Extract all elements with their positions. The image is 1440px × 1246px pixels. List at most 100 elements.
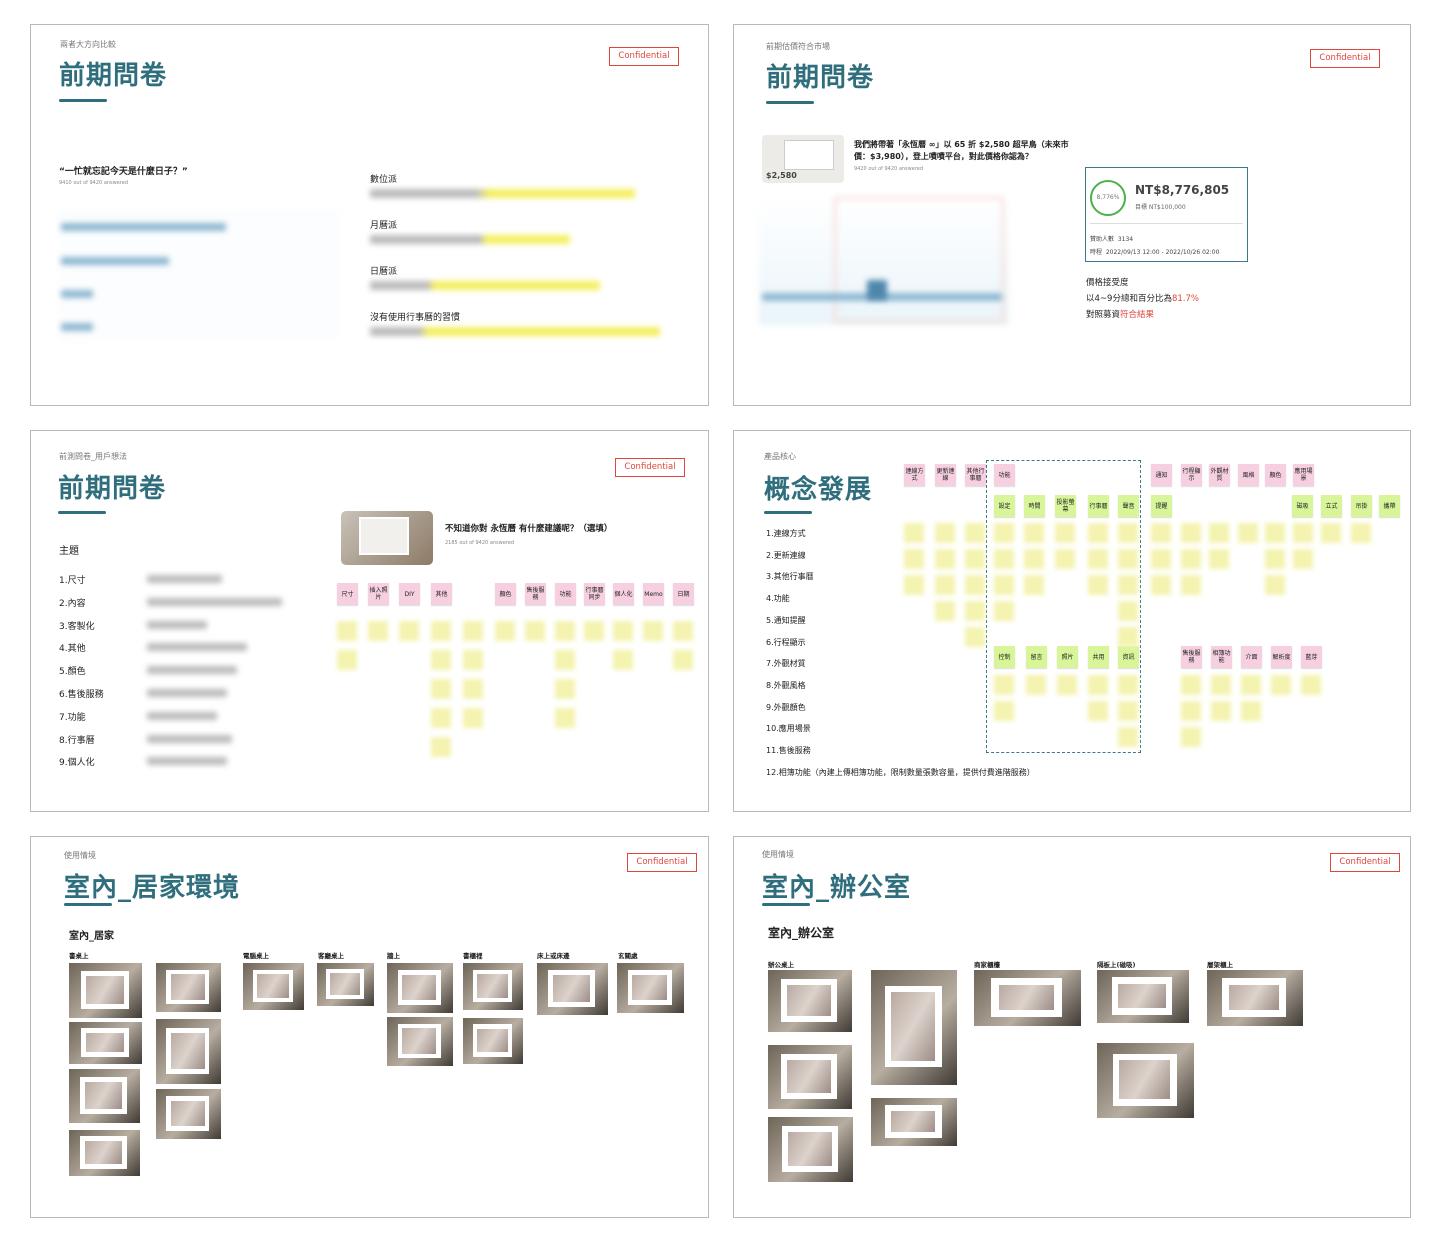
blurred-text (370, 235, 570, 244)
highlight-box (834, 197, 1004, 322)
scenario-photo[interactable] (463, 1018, 523, 1064)
scenario-label: 隔板上(磁吸) (1097, 961, 1136, 969)
scenario-label: 玄關處 (618, 952, 638, 960)
sticky-note (1209, 549, 1229, 569)
funding-card: 8,776% NT$8,776,805 目標 NT$100,000 贊助人數 3… (1085, 167, 1248, 262)
sticky-note (431, 621, 451, 641)
slide-survey-comparison[interactable]: 兩者大方向比較 前期問卷 Confidential “一忙就忘記今天是什麼日子？… (30, 24, 709, 406)
sticky-note (555, 621, 575, 641)
concept-tag: 介面 (1241, 646, 1262, 668)
sticky-note (1209, 523, 1229, 543)
sticky-note (1301, 675, 1321, 695)
sticky-note (1181, 575, 1201, 595)
topic-item: 2.內容 (59, 598, 86, 609)
sticky-note (904, 575, 924, 595)
scenario-photo[interactable] (1097, 1043, 1194, 1118)
title-underline (59, 99, 107, 102)
sticky-note (463, 621, 483, 641)
concept-tag: 控制 (994, 646, 1015, 668)
scenario-photo[interactable] (617, 963, 684, 1013)
backers-label: 贊助人數 (1090, 236, 1115, 243)
scenario-photo[interactable] (537, 963, 608, 1015)
blurred-text (147, 689, 227, 697)
sticky-note (463, 679, 483, 699)
concept-tag: 吊掛 (1351, 495, 1372, 517)
sticky-note (1118, 727, 1138, 747)
title-underline (58, 511, 106, 514)
scenario-photo[interactable] (69, 963, 142, 1018)
concept-tag: 通知 (1151, 464, 1172, 486)
sticky-note (1265, 523, 1285, 543)
topic-item: 6.售後服務 (59, 690, 104, 700)
funding-goal: 目標 NT$100,000 (1135, 204, 1186, 211)
scenario-label: 電腦桌上 (243, 952, 269, 960)
sticky-note (1293, 523, 1313, 543)
concept-tag: 照片 (1057, 646, 1078, 668)
scenario-photo[interactable] (69, 1069, 140, 1123)
scenario-photo[interactable] (871, 970, 957, 1085)
category-tag: Memo (643, 583, 664, 605)
blurred-text (147, 666, 237, 675)
compare-value: 符合結果 (1120, 310, 1155, 320)
bar (867, 280, 887, 300)
sticky-note (1265, 549, 1285, 569)
scenario-photo[interactable] (387, 1017, 453, 1066)
sticky-note (1241, 701, 1261, 721)
scenario-label: 牆上 (387, 952, 400, 960)
sticky-note (1088, 575, 1108, 595)
scenario-photo[interactable] (871, 1098, 957, 1146)
concept-tag: 功能 (994, 464, 1015, 486)
survey-question: 我們將帶著「永恆曆 ∞」以 65 折 $2,580 超早鳥（未來市價：$3,98… (854, 140, 1069, 161)
scenario-photo[interactable] (463, 963, 523, 1010)
scenario-photo[interactable] (156, 1089, 221, 1139)
scenario-photo[interactable] (768, 1045, 852, 1109)
concept-item: 3.其他行事曆 (766, 572, 814, 582)
scenario-photo[interactable] (317, 963, 374, 1006)
category-tag: DIY (399, 583, 420, 605)
category-tag: 個人化 (613, 583, 634, 605)
scenario-photo[interactable] (768, 1117, 853, 1182)
concept-tag: 攜帶 (1379, 495, 1400, 517)
concept-tag: 立式 (1321, 495, 1342, 517)
scenario-photo[interactable] (387, 963, 453, 1013)
scenario-photo[interactable] (1097, 970, 1189, 1023)
sticky-note (1241, 675, 1261, 695)
scenario-photo[interactable] (1207, 970, 1303, 1026)
sticky-note (613, 621, 633, 641)
concept-tag: 藍芽 (1301, 646, 1322, 668)
sticky-note (1026, 675, 1046, 695)
sticky-note (994, 675, 1014, 695)
scenario-label: 床上或床邊 (537, 952, 570, 960)
slide-user-feedback[interactable]: 前測問卷_用戶想法 前期問卷 Confidential 主題 1.尺寸 2.內容 3… (30, 430, 709, 812)
sticky-note (1181, 549, 1201, 569)
sticky-note (1265, 575, 1285, 595)
slide-concept-development[interactable]: 產品核心 概念發展 1.連線方式 2.更新連線 3.其他行事曆 4.功能 5.通知提醒 6… (733, 430, 1411, 812)
concept-item: 11.售後服務 (766, 746, 811, 755)
blurred-text (147, 711, 217, 720)
sticky-note (994, 601, 1014, 621)
category-tag: 其他 (431, 583, 452, 605)
concept-tag: 顏色 (1265, 464, 1286, 486)
period-label: 時程 (1090, 249, 1103, 256)
scenario-photo[interactable] (69, 1022, 142, 1064)
scenario-photo[interactable] (156, 1019, 221, 1084)
title-underline (764, 511, 812, 514)
scenario-photo[interactable] (974, 970, 1081, 1026)
sticky-note (1151, 575, 1171, 595)
blurred-text (147, 620, 207, 629)
sticky-note (935, 523, 955, 543)
sticky-note (1057, 675, 1077, 695)
sticky-note (1088, 675, 1108, 695)
scenario-photo[interactable] (243, 963, 304, 1010)
slide-price-survey[interactable]: 前期估價符合市場 前期問卷 Confidential $2,580 我們將帶著「… (733, 24, 1411, 406)
scenario-photo[interactable] (156, 963, 221, 1012)
blurred-text (147, 643, 247, 652)
answered-count: 9410 out of 9420 answered (59, 180, 129, 186)
slide-title: 室內_居家環境 (64, 873, 241, 903)
slide-home-scenarios[interactable]: 使用情境 室內_居家環境 Confidential 室內_居家 書桌上 電腦桌上 客… (30, 836, 709, 1218)
scenario-photo[interactable] (768, 970, 852, 1032)
slide-subtitle: 前期估價符合市場 (766, 42, 830, 51)
sticky-note (935, 601, 955, 621)
slide-office-scenarios[interactable]: 使用情境 室內_辦公室 Confidential 室內_辦公室 辦公桌上 商家櫃檯… (733, 836, 1411, 1218)
scenario-photo[interactable] (69, 1130, 140, 1176)
